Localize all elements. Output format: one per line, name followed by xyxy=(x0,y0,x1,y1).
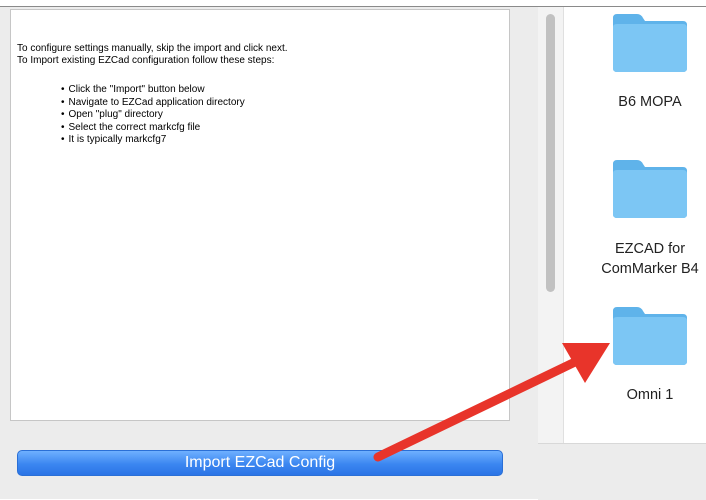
folder-label-line: ComMarker B4 xyxy=(601,261,699,277)
folder-icon xyxy=(613,160,687,218)
folder-icon xyxy=(613,14,687,72)
folder-icon xyxy=(613,307,687,365)
folder-ezcad-for-commarker-b4[interactable] xyxy=(611,158,689,220)
step-item: Open "plug" directory xyxy=(61,109,245,122)
instructions-line-1: To configure settings manually, skip the… xyxy=(17,43,288,54)
step-item: Navigate to EZCad application directory xyxy=(61,97,245,110)
folder-b6-mopa[interactable] xyxy=(611,12,689,74)
step-item: It is typically markcfg7 xyxy=(61,134,245,147)
folder-label[interactable]: Omni 1 xyxy=(585,385,706,405)
folder-label[interactable]: B6 MOPA xyxy=(585,92,706,112)
instructions-box: To configure settings manually, skip the… xyxy=(10,9,510,421)
instructions-line-2: To Import existing EZCad configuration f… xyxy=(17,55,275,66)
instructions-steps: Click the "Import" button below Navigate… xyxy=(61,84,245,147)
folder-label[interactable]: EZCAD for ComMarker B4 xyxy=(585,239,706,279)
scrollbar-thumb[interactable] xyxy=(546,14,555,292)
instructions-intro: To configure settings manually, skip the… xyxy=(17,43,497,67)
import-ezcad-config-button[interactable]: Import EZCad Config xyxy=(17,450,503,476)
folder-label-line: Omni 1 xyxy=(626,387,674,403)
finder-bottom-bar xyxy=(538,443,706,500)
step-item: Click the "Import" button below xyxy=(61,84,245,97)
folder-label-line: EZCAD for xyxy=(614,241,686,257)
step-item: Select the correct markcfg file xyxy=(61,122,245,135)
folder-label-line: B6 MOPA xyxy=(618,94,682,110)
folder-omni-1[interactable] xyxy=(611,305,689,367)
